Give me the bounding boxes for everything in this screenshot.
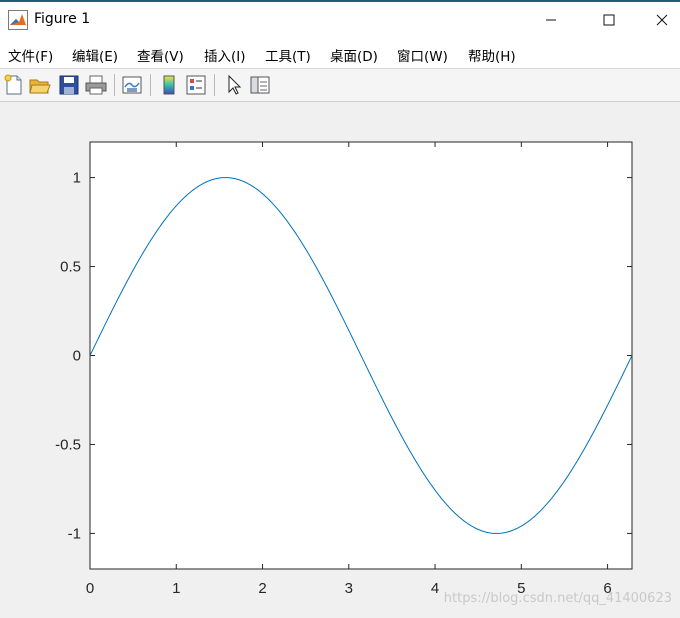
plot-axes[interactable]: 0 1 2 3 4 5 6-1-0.500.51 (0, 102, 680, 618)
maximize-button[interactable] (586, 4, 632, 36)
menu-window[interactable]: 窗口(W) (397, 45, 448, 65)
insert-legend-icon[interactable] (184, 73, 208, 97)
y-tick-label: -1 (68, 525, 81, 542)
toolbar-separator (114, 74, 115, 96)
save-icon[interactable] (57, 73, 81, 97)
y-tick-label: -0.5 (55, 436, 81, 453)
toolbar-separator (150, 74, 151, 96)
new-figure-icon[interactable] (2, 73, 26, 97)
x-tick-label: 2 (258, 580, 266, 597)
watermark-text: https://blog.csdn.net/qq_41400623 (443, 591, 672, 606)
menu-file[interactable]: 文件(F) (8, 45, 53, 65)
menu-insert[interactable]: 插入(I) (204, 45, 246, 65)
x-tick-label: 4 (431, 580, 439, 597)
menu-help[interactable]: 帮助(H) (468, 45, 516, 65)
menu-bar: 文件(F) 编辑(E) 查看(V) 插入(I) 工具(T) 桌面(D) 窗口(W… (0, 38, 680, 69)
print-icon[interactable] (84, 73, 108, 97)
y-tick-label: 0.5 (60, 259, 81, 276)
toolbar-separator (214, 74, 215, 96)
menu-view[interactable]: 查看(V) (137, 45, 184, 65)
x-tick-label: 3 (345, 580, 353, 597)
matlab-logo-icon (8, 10, 28, 30)
menu-tools[interactable]: 工具(T) (265, 45, 311, 65)
menu-desktop[interactable]: 桌面(D) (330, 45, 378, 65)
plot-tools-icon[interactable] (248, 73, 272, 97)
y-tick-label: 0 (73, 348, 81, 365)
open-folder-icon[interactable] (28, 73, 52, 97)
maximize-icon (603, 14, 615, 26)
edit-plot-arrow-icon[interactable] (222, 73, 246, 97)
link-plot-icon[interactable] (120, 73, 144, 97)
figure-toolbar (0, 69, 680, 102)
minimize-button[interactable] (528, 4, 574, 36)
title-bar[interactable]: Figure 1 (0, 2, 680, 38)
menu-edit[interactable]: 编辑(E) (72, 45, 118, 65)
close-icon (656, 14, 668, 26)
x-tick-label: 0 (86, 580, 94, 597)
figure-canvas: 0 1 2 3 4 5 6 -1 -0.5 0 0.5 1 (0, 102, 680, 618)
window-title: Figure 1 (34, 11, 91, 27)
minimize-icon (546, 19, 556, 21)
y-tick-label: 1 (73, 170, 81, 187)
x-tick-label: 1 (172, 580, 180, 597)
insert-colorbar-icon[interactable] (157, 73, 181, 97)
close-button[interactable] (644, 4, 680, 36)
